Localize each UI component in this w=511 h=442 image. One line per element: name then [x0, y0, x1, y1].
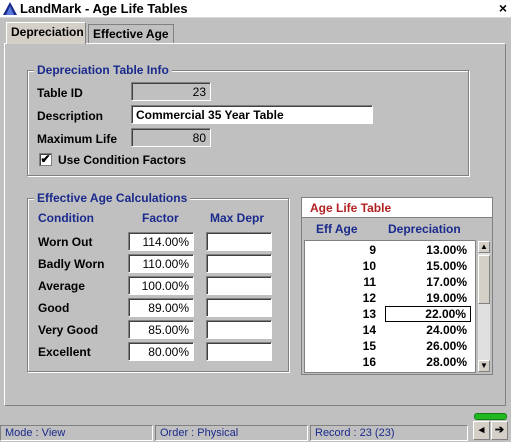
- depreciation-cell[interactable]: 24.00%: [385, 323, 471, 337]
- vertical-scrollbar[interactable]: ▲ ▼: [477, 240, 491, 373]
- factor-field[interactable]: 114.00%: [128, 232, 194, 251]
- age-life-list[interactable]: 9 13.00% 10 15.00% 11 17.00% 12 19.00% 1…: [304, 240, 476, 373]
- progress-indicator: [474, 413, 507, 420]
- condition-header: Condition: [38, 211, 94, 225]
- depreciation-cell[interactable]: 17.00%: [385, 275, 471, 289]
- factor-field[interactable]: 80.00%: [128, 342, 194, 361]
- table-id-label: Table ID: [37, 86, 83, 100]
- condition-label: Worn Out: [38, 235, 93, 249]
- age-life-table: Age Life Table Eff Age Depreciation 9 13…: [301, 197, 493, 375]
- eff-age-cell: 9: [369, 243, 376, 257]
- description-field[interactable]: Commercial 35 Year Table: [131, 105, 373, 124]
- list-item[interactable]: 10 15.00%: [305, 258, 475, 274]
- window-title: LandMark - Age Life Tables: [20, 1, 188, 16]
- condition-label: Badly Worn: [38, 257, 105, 271]
- group-legend: Depreciation Table Info: [34, 63, 172, 77]
- eff-age-cell: 13: [362, 307, 376, 321]
- list-item[interactable]: 14 24.00%: [305, 322, 475, 338]
- age-life-table-title: Age Life Table: [302, 198, 492, 218]
- factor-field[interactable]: 89.00%: [128, 298, 194, 317]
- description-label: Description: [37, 109, 104, 123]
- depreciation-cell[interactable]: 19.00%: [385, 291, 471, 305]
- list-item[interactable]: 12 19.00%: [305, 290, 475, 306]
- tab-depreciation[interactable]: Depreciation: [6, 22, 86, 44]
- max-depr-field[interactable]: [206, 276, 272, 295]
- landmark-icon: [3, 2, 17, 15]
- condition-label: Good: [38, 301, 70, 315]
- eff-age-cell: 15: [362, 339, 376, 353]
- factor-field[interactable]: 100.00%: [128, 276, 194, 295]
- tab-panel: Depreciation Table Info Table ID 23 Desc…: [4, 43, 506, 406]
- max-depr-field[interactable]: [206, 232, 272, 251]
- group-legend: Effective Age Calculations: [34, 191, 191, 205]
- max-life-label: Maximum Life: [37, 132, 118, 146]
- eff-age-cell: 14: [362, 323, 376, 337]
- list-item[interactable]: 16 28.00%: [305, 354, 475, 370]
- depreciation-cell[interactable]: 15.00%: [385, 259, 471, 273]
- eff-age-cell: 12: [362, 291, 376, 305]
- list-item[interactable]: 11 17.00%: [305, 274, 475, 290]
- condition-label: Average: [38, 279, 85, 293]
- eff-age-cell: 11: [363, 275, 376, 289]
- status-mode: Mode : View: [0, 425, 153, 441]
- status-bar: Mode : View Order : Physical Record : 23…: [0, 424, 511, 442]
- condition-label: Excellent: [38, 345, 91, 359]
- status-record: Record : 23 (23): [310, 425, 468, 441]
- effective-age-calculations-group: Effective Age Calculations Condition Fac…: [27, 191, 289, 372]
- eff-age-cell: 10: [362, 259, 376, 273]
- use-condition-checkbox[interactable]: ✔: [39, 153, 52, 166]
- list-item-selected[interactable]: 13 22.00%: [305, 306, 475, 322]
- factor-field[interactable]: 110.00%: [128, 254, 194, 273]
- eff-age-cell: 16: [362, 355, 376, 369]
- depreciation-cell[interactable]: 13.00%: [385, 243, 471, 257]
- depreciation-table-info-group: Depreciation Table Info Table ID 23 Desc…: [27, 63, 469, 176]
- condition-label: Very Good: [38, 323, 99, 337]
- table-id-field: 23: [131, 82, 211, 101]
- depreciation-cell[interactable]: 22.00%: [385, 306, 471, 322]
- scroll-up-icon[interactable]: ▲: [478, 241, 490, 253]
- max-depr-field[interactable]: [206, 320, 272, 339]
- scroll-down-icon[interactable]: ▼: [478, 360, 490, 372]
- list-item[interactable]: 9 13.00%: [305, 242, 475, 258]
- factor-field[interactable]: 85.00%: [128, 320, 194, 339]
- tab-effective-age[interactable]: Effective Age: [88, 24, 174, 44]
- left-arrow-icon[interactable]: ◂: [473, 421, 490, 440]
- right-arrow-icon[interactable]: ➔: [491, 421, 508, 440]
- eff-age-header: Eff Age: [316, 222, 358, 236]
- depreciation-cell[interactable]: 26.00%: [385, 339, 471, 353]
- title-bar: LandMark - Age Life Tables ×: [0, 0, 511, 18]
- factor-header: Factor: [142, 211, 179, 225]
- max-depr-field[interactable]: [206, 298, 272, 317]
- list-item[interactable]: 15 26.00%: [305, 338, 475, 354]
- max-depr-field[interactable]: [206, 254, 272, 273]
- max-depr-header: Max Depr: [210, 211, 265, 225]
- depreciation-header: Depreciation: [388, 222, 461, 236]
- status-order: Order : Physical: [155, 425, 308, 441]
- max-life-field: 80: [131, 128, 211, 147]
- close-icon[interactable]: ×: [499, 0, 507, 16]
- depreciation-cell[interactable]: 28.00%: [385, 355, 471, 369]
- use-condition-label: Use Condition Factors: [58, 153, 187, 167]
- scroll-thumb[interactable]: [478, 255, 490, 304]
- max-depr-field[interactable]: [206, 342, 272, 361]
